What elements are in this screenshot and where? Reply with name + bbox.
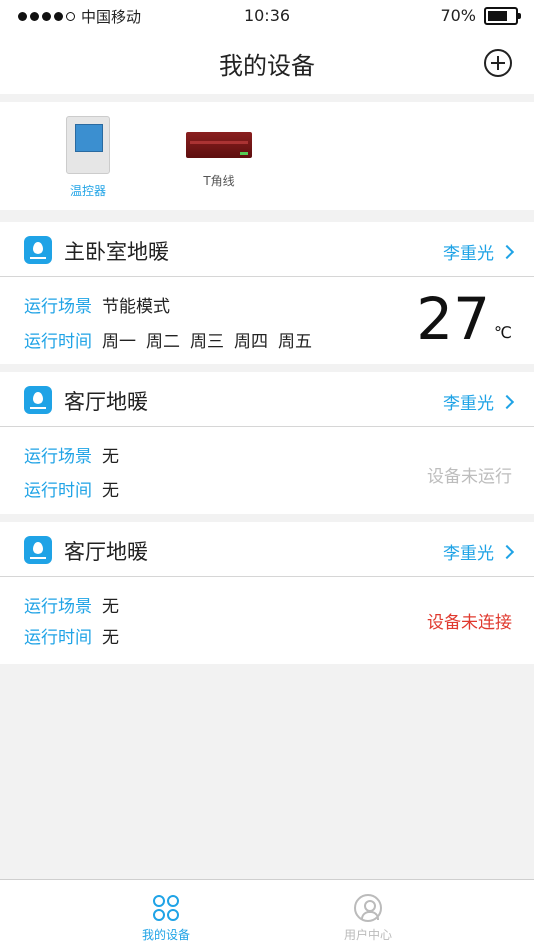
- scene-label: 运行场景: [24, 297, 92, 317]
- scene-value: 无: [102, 597, 119, 617]
- device-name: 客厅地暖: [64, 540, 148, 564]
- floor-heating-icon: [24, 536, 52, 564]
- card-header: 客厅地暖 李重光: [0, 522, 534, 577]
- device-status: 设备未连接: [427, 613, 512, 633]
- tab-bar: 我的设备 用户中心: [0, 879, 534, 950]
- day-label: 周五: [278, 332, 312, 352]
- scene-value: 无: [102, 447, 119, 467]
- floor-heating-icon: [24, 236, 52, 264]
- air-conditioner-image: [186, 132, 252, 158]
- temperature-unit: ℃: [494, 323, 512, 342]
- scene-value: 节能模式: [102, 297, 170, 317]
- time-row: 运行时间 无: [24, 623, 119, 648]
- device-type-label: 温控器: [69, 184, 106, 198]
- battery-info: 70%: [440, 6, 521, 25]
- owner-link[interactable]: 李重光: [443, 539, 515, 564]
- device-type-t-line[interactable]: T角线: [184, 116, 254, 189]
- chevron-right-icon: [499, 394, 515, 409]
- tab-label: 我的设备: [141, 928, 190, 942]
- battery-percent: 70%: [440, 6, 476, 25]
- add-device-icon[interactable]: [484, 49, 512, 77]
- device-card[interactable]: 主卧室地暖 李重光 运行场景 节能模式 运行时间 周一 周二 周三 周四 周五 …: [0, 222, 534, 364]
- day-label: 周二: [146, 332, 180, 352]
- time-value: 无: [102, 481, 119, 501]
- user-icon: [354, 894, 382, 922]
- device-type-thermostat[interactable]: 温控器: [58, 116, 118, 199]
- scene-row: 运行场景 无: [24, 442, 119, 467]
- status-bar: 中国移动 10:36 70%: [0, 0, 534, 30]
- day-label: 周一: [102, 332, 136, 352]
- devices-icon: [152, 894, 180, 922]
- device-name: 主卧室地暖: [64, 240, 169, 264]
- device-status: 设备未运行: [427, 467, 512, 487]
- card-header: 主卧室地暖 李重光: [0, 222, 534, 277]
- tab-my-devices[interactable]: 我的设备: [106, 894, 226, 943]
- schedule-days: 周一 周二 周三 周四 周五: [102, 327, 312, 352]
- battery-icon: [484, 6, 521, 25]
- scene-label: 运行场景: [24, 447, 92, 467]
- time-row: 运行时间 周一 周二 周三 周四 周五: [24, 327, 312, 352]
- scene-row: 运行场景 无: [24, 592, 119, 617]
- owner-name: 李重光: [443, 544, 494, 564]
- temperature-value: 27: [416, 285, 491, 353]
- time-value: 无: [102, 628, 119, 648]
- owner-link[interactable]: 李重光: [443, 389, 515, 414]
- device-type-strip: 温控器 T角线: [0, 102, 534, 210]
- device-card[interactable]: 客厅地暖 李重光 运行场景 无 运行时间 无 设备未运行: [0, 372, 534, 514]
- device-name: 客厅地暖: [64, 390, 148, 414]
- temperature-display: 27 ℃: [416, 290, 512, 348]
- tab-label: 用户中心: [343, 928, 392, 942]
- tab-user-center[interactable]: 用户中心: [308, 894, 428, 943]
- floor-heating-icon: [24, 386, 52, 414]
- device-type-label: T角线: [203, 174, 235, 188]
- navigation-bar: 我的设备: [0, 30, 534, 94]
- day-label: 周四: [234, 332, 268, 352]
- time-row: 运行时间 无: [24, 476, 119, 501]
- time-label: 运行时间: [24, 481, 92, 501]
- owner-name: 李重光: [443, 394, 494, 414]
- thermostat-image: [66, 116, 110, 174]
- time-label: 运行时间: [24, 332, 92, 352]
- owner-link[interactable]: 李重光: [443, 239, 515, 264]
- scene-row: 运行场景 节能模式: [24, 292, 170, 317]
- scene-label: 运行场景: [24, 597, 92, 617]
- card-header: 客厅地暖 李重光: [0, 372, 534, 427]
- device-card[interactable]: 客厅地暖 李重光 运行场景 无 运行时间 无 设备未连接: [0, 522, 534, 664]
- time-label: 运行时间: [24, 628, 92, 648]
- chevron-right-icon: [499, 244, 515, 259]
- chevron-right-icon: [499, 544, 515, 559]
- day-label: 周三: [190, 332, 224, 352]
- owner-name: 李重光: [443, 244, 494, 264]
- page-title: 我的设备: [219, 52, 315, 80]
